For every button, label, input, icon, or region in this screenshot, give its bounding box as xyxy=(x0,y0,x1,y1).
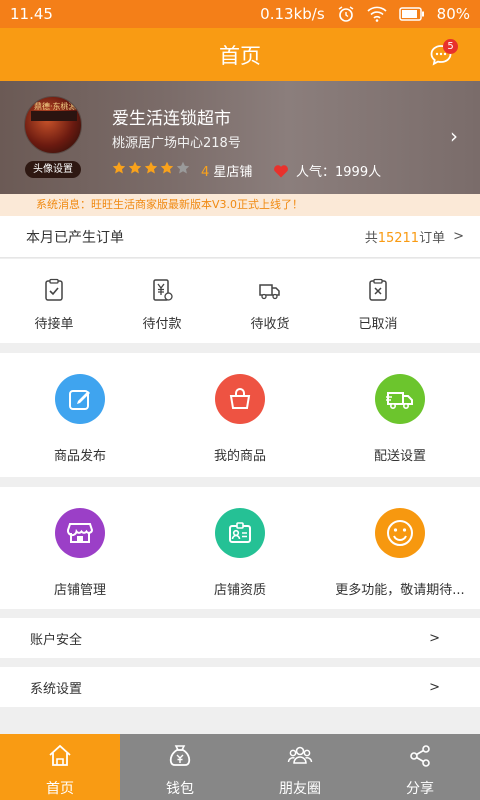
status-time: 11.45 xyxy=(10,5,53,23)
rating-number: 4 xyxy=(201,165,210,180)
order-label: 待收货 xyxy=(250,317,290,332)
friends-icon xyxy=(287,746,313,764)
money-bag-icon xyxy=(169,745,191,766)
feature-store-qualification[interactable]: 店铺资质 xyxy=(160,487,320,609)
store-banner[interactable]: 鼎德·东桃源 书 头像设置 爱生活连锁超市 桃源居广场中心218号 4 星店铺 … xyxy=(0,81,480,194)
feature-label: 店铺管理 xyxy=(53,583,106,598)
star-icon xyxy=(144,161,158,174)
orders-arrow[interactable]: > xyxy=(453,229,464,244)
id-card-icon xyxy=(215,508,265,558)
order-status-row: 待接单 待付款 待收货 已取消 xyxy=(0,259,480,343)
feature-my-products[interactable]: 我的商品 xyxy=(160,353,320,477)
alarm-icon xyxy=(337,5,355,23)
system-notice: 系统消息：旺旺生活商家版最新版本V3.0正式上线了！ xyxy=(0,194,480,216)
home-icon xyxy=(49,744,71,766)
order-label: 已取消 xyxy=(358,317,398,332)
rating-text: 星店铺 xyxy=(213,165,253,180)
store-avatar[interactable]: 鼎德·东桃源 书 xyxy=(24,96,82,154)
message-badge: 5 xyxy=(443,39,458,54)
tab-home[interactable]: 首页 xyxy=(0,734,120,800)
order-label: 待接单 xyxy=(34,317,74,332)
tab-label: 首页 xyxy=(46,781,74,797)
tab-friends[interactable]: 朋友圈 xyxy=(240,734,360,800)
tab-wallet[interactable]: 钱包 xyxy=(120,734,240,800)
yuan-receipt-icon xyxy=(153,279,173,301)
tab-label: 分享 xyxy=(406,781,434,797)
row-arrow: > xyxy=(429,679,440,695)
feature-label: 商品发布 xyxy=(53,449,106,464)
feature-store-management[interactable]: 店铺管理 xyxy=(0,487,160,609)
clipboard-check-icon xyxy=(45,278,63,301)
system-settings-row[interactable]: 系统设置 > xyxy=(0,667,480,707)
order-pending-accept[interactable]: 待接单 xyxy=(0,259,108,343)
basket-icon xyxy=(215,374,265,424)
feature-grid-row-1: 商品发布 我的商品 配送设置 xyxy=(0,353,480,477)
feature-delivery-settings[interactable]: 配送设置 xyxy=(320,353,480,477)
feature-label: 我的商品 xyxy=(213,449,266,464)
feature-grid-row-2: 店铺管理 店铺资质 更多功能，敬请期待... xyxy=(0,487,480,609)
rating-stars xyxy=(112,161,190,175)
bottom-tab-bar: 首页 钱包 朋友圈 分享 xyxy=(0,734,480,800)
account-security-row[interactable]: 账户安全 > xyxy=(0,618,480,658)
tab-label: 钱包 xyxy=(166,781,194,797)
share-icon xyxy=(410,745,430,767)
store-name: 爱生活连锁超市 xyxy=(112,109,231,129)
storefront-icon xyxy=(55,508,105,558)
order-pending-receipt[interactable]: 待收货 xyxy=(216,259,324,343)
heart-icon xyxy=(273,163,289,178)
store-popularity: 人气：1999人 xyxy=(296,165,382,180)
feature-more-coming[interactable]: 更多功能，敬请期待... xyxy=(320,487,480,609)
status-bar: 11.45 0.13kb/s 80% xyxy=(0,0,480,28)
feature-label: 配送设置 xyxy=(373,449,426,464)
store-address: 桃源居广场中心218号 xyxy=(112,136,241,151)
delivery-truck-icon xyxy=(375,374,425,424)
page-title: 首页 xyxy=(219,43,261,68)
order-pending-payment[interactable]: 待付款 xyxy=(108,259,216,343)
monthly-orders-header[interactable]: 本月已产生订单 共15211订单 > xyxy=(0,216,480,258)
star-icon xyxy=(160,161,174,174)
orders-count-number: 15211 xyxy=(377,231,420,246)
clipboard-x-icon xyxy=(369,278,387,301)
smile-icon xyxy=(375,508,425,558)
row-label: 系统设置 xyxy=(30,681,83,697)
truck-icon xyxy=(259,284,280,300)
orders-count: 共15211订单 xyxy=(364,231,446,246)
store-rating: 4 星店铺 xyxy=(201,161,252,180)
app-header: 首页 5 xyxy=(0,28,480,81)
feature-label: 更多功能，敬请期待... xyxy=(335,583,465,598)
wifi-icon xyxy=(367,6,387,22)
net-speed: 0.13kb/s xyxy=(260,5,325,23)
star-icon xyxy=(128,161,142,174)
chevron-right-icon[interactable]: › xyxy=(450,124,458,148)
tab-share[interactable]: 分享 xyxy=(360,734,480,800)
order-label: 待付款 xyxy=(142,317,182,332)
star-icon xyxy=(112,161,126,174)
star-icon xyxy=(176,161,190,174)
avatar-settings-button[interactable]: 头像设置 xyxy=(25,161,81,178)
orders-label: 本月已产生订单 xyxy=(26,229,124,246)
row-label: 账户安全 xyxy=(30,632,83,648)
feature-publish-product[interactable]: 商品发布 xyxy=(0,353,160,477)
row-arrow: > xyxy=(429,630,440,646)
feature-label: 店铺资质 xyxy=(213,583,266,598)
edit-icon xyxy=(55,374,105,424)
battery-icon xyxy=(398,7,425,21)
order-cancelled[interactable]: 已取消 xyxy=(324,259,432,343)
tab-label: 朋友圈 xyxy=(279,781,321,797)
battery-level: 80% xyxy=(436,5,470,23)
